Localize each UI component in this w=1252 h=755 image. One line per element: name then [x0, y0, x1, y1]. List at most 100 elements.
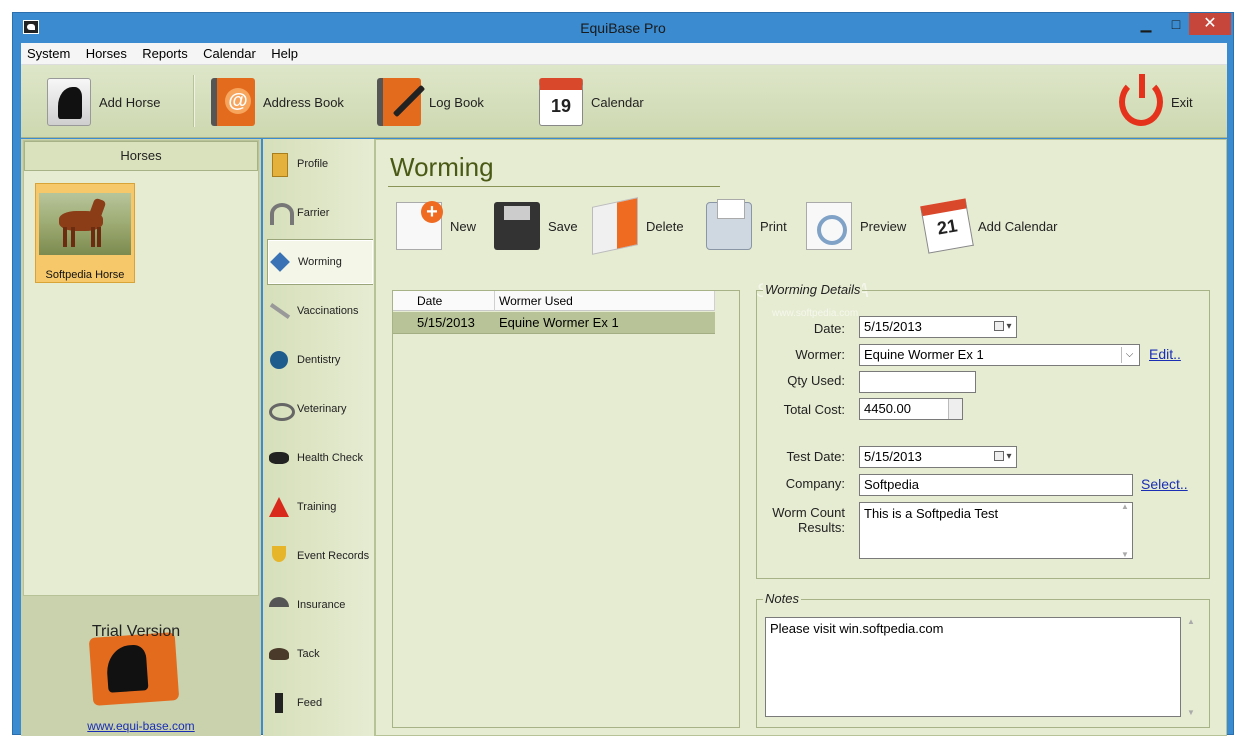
horse-card[interactable]: Softpedia Horse [35, 183, 135, 283]
nav-farrier[interactable]: Farrier [267, 190, 373, 236]
menu-system[interactable]: System [21, 43, 76, 61]
total-cost-input[interactable]: 4450.00 [859, 398, 963, 420]
trial-badge: Trial Version [81, 617, 191, 707]
nav-label: Health Check [297, 452, 364, 464]
umbrella-icon [267, 593, 291, 617]
address-book-button[interactable]: @ Address Book [211, 77, 344, 127]
nav-tack[interactable]: Tack [267, 631, 373, 677]
company-input[interactable]: Softpedia [859, 474, 1133, 496]
clipboard-icon [267, 152, 291, 177]
tooth-icon [267, 348, 291, 372]
qty-input[interactable] [859, 371, 976, 393]
total-cost-value: 4450.00 [864, 401, 911, 416]
wormer-select[interactable]: Equine Wormer Ex 1 ⌵ [859, 344, 1140, 366]
add-calendar-button[interactable]: 21 Add Calendar [920, 198, 1058, 254]
section-nav: Profile Farrier Worming Vaccinations Den… [263, 139, 375, 736]
horses-list: Horses Softpedia Horse [23, 140, 259, 596]
menu-horses[interactable]: Horses [80, 43, 133, 61]
grid-header: Date Wormer Used [393, 291, 715, 311]
nav-feed[interactable]: Feed [267, 680, 373, 726]
worm-count-scrollbar[interactable]: ▲ ▼ [1117, 502, 1133, 559]
cell-date: 5/15/2013 [417, 315, 475, 330]
nav-event-records[interactable]: Event Records [267, 533, 373, 579]
test-date-picker[interactable]: 5/15/2013 ▾ [859, 446, 1017, 468]
calendar-icon: 21 [920, 198, 974, 254]
nav-label: Veterinary [297, 403, 347, 415]
preview-button[interactable]: Preview [806, 198, 906, 254]
calendar-button[interactable]: 19 Calendar [539, 77, 644, 127]
notes-scrollbar[interactable]: ▲ ▼ [1183, 617, 1199, 717]
notes-title: Notes [763, 591, 801, 606]
notes-textarea[interactable]: Please visit win.softpedia.com [765, 617, 1181, 717]
log-book-button[interactable]: Log Book [377, 77, 484, 127]
delete-button[interactable]: Delete [592, 197, 684, 255]
nav-label: Feed [297, 697, 323, 709]
warning-horse-icon [267, 495, 291, 519]
nav-profile[interactable]: Profile [267, 141, 373, 187]
trial-logo-icon [88, 632, 180, 706]
edit-wormer-link[interactable]: Edit.. [1149, 346, 1181, 362]
minimize-button[interactable]: ▁ [1131, 13, 1161, 35]
print-button[interactable]: Print [706, 198, 787, 254]
calendar-icon: 19 [539, 78, 583, 126]
save-button[interactable]: Save [494, 198, 578, 254]
cost-spinner[interactable] [948, 399, 962, 419]
worm-count-label-line2: Results: [798, 520, 845, 535]
nav-training[interactable]: Training [267, 484, 373, 530]
test-date-label: Test Date: [786, 449, 845, 464]
maximize-button[interactable]: □ [1161, 13, 1191, 35]
magnifier-icon [806, 202, 852, 250]
exit-button[interactable]: Exit [1119, 74, 1193, 127]
horse-photo [39, 193, 131, 255]
syringe-icon [267, 299, 291, 323]
title-bar[interactable]: EquiBase Pro ▁ □ ✕ [13, 13, 1233, 43]
floppy-disk-icon [494, 202, 540, 250]
scroll-down-icon[interactable]: ▼ [1117, 550, 1133, 559]
test-date-dropdown[interactable]: ▾ [992, 449, 1014, 465]
date-value: 5/15/2013 [864, 319, 922, 334]
horses-header: Horses [24, 141, 258, 171]
scroll-up-icon[interactable]: ▲ [1117, 502, 1133, 511]
horse-card-icon [47, 78, 91, 126]
exit-label: Exit [1171, 94, 1193, 110]
calendar-icon [994, 451, 1005, 462]
worm-count-textarea[interactable]: This is a Softpedia Test [859, 502, 1133, 559]
worming-grid[interactable]: Date Wormer Used I 5/15/2013 Equine Worm… [392, 290, 740, 728]
menu-calendar[interactable]: Calendar [197, 43, 262, 61]
menu-help[interactable]: Help [265, 43, 304, 61]
nav-dentistry[interactable]: Dentistry [267, 337, 373, 383]
nav-label: Dentistry [297, 354, 341, 366]
worming-content: Worming New Save Delete Print Preview 21… [375, 139, 1227, 736]
date-picker[interactable]: 5/15/2013 ▾ [859, 316, 1017, 338]
select-company-link[interactable]: Select.. [1141, 476, 1188, 492]
horse-name: Softpedia Horse [45, 269, 125, 281]
worm-count-label-line1: Worm Count [772, 505, 845, 520]
add-horse-button[interactable]: Add Horse [47, 77, 160, 127]
scroll-up-icon[interactable]: ▲ [1183, 617, 1199, 626]
website-link[interactable]: www.equi-base.com [21, 719, 261, 733]
wormer-label: Wormer: [795, 347, 845, 362]
menu-reports[interactable]: Reports [136, 43, 194, 61]
nav-label: Farrier [297, 207, 330, 219]
date-label: Date: [813, 321, 845, 336]
column-date[interactable]: Date [413, 291, 495, 311]
nav-vaccinations[interactable]: Vaccinations [267, 288, 373, 334]
nav-worming[interactable]: Worming [267, 239, 373, 285]
date-dropdown[interactable]: ▾ [992, 319, 1014, 335]
table-row[interactable]: 5/15/2013 Equine Wormer Ex 1 [393, 312, 715, 334]
new-button[interactable]: New [396, 198, 476, 254]
trial-label: Trial Version [91, 623, 181, 640]
wormer-value: Equine Wormer Ex 1 [864, 347, 984, 362]
new-document-icon [396, 201, 443, 250]
calendar-icon [994, 321, 1005, 332]
nav-insurance[interactable]: Insurance [267, 582, 373, 628]
nav-veterinary[interactable]: Veterinary [267, 386, 373, 432]
scroll-down-icon[interactable]: ▼ [1183, 708, 1199, 717]
toolbar-separator [193, 75, 195, 127]
stethoscope-icon [267, 397, 295, 421]
address-book-label: Address Book [263, 94, 344, 110]
nav-health-check[interactable]: Health Check [267, 435, 373, 481]
column-wormer[interactable]: Wormer Used [495, 291, 715, 311]
close-button[interactable]: ✕ [1189, 13, 1231, 35]
chevron-down-icon[interactable]: ⌵ [1121, 347, 1137, 363]
